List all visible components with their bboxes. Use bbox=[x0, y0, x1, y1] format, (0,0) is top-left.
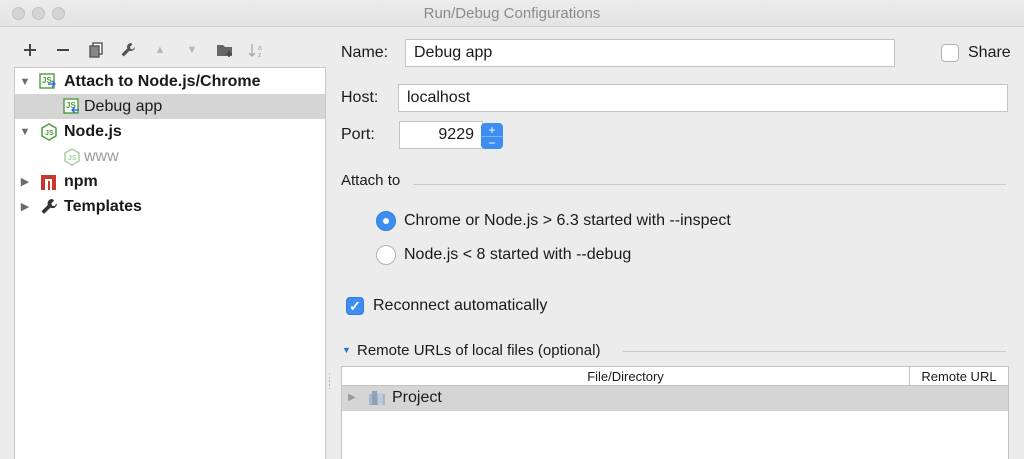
radio-inspect[interactable] bbox=[376, 211, 396, 231]
section-divider bbox=[413, 184, 1006, 185]
tree-item-npm[interactable]: ▶ npm bbox=[15, 169, 325, 194]
reconnect-label: Reconnect automatically bbox=[373, 297, 548, 314]
port-label: Port: bbox=[341, 126, 375, 143]
splitter-handle[interactable]: ⋮ ⋮ ⋮ bbox=[325, 373, 334, 397]
folder-icon bbox=[368, 389, 386, 411]
tree-item-debug-app[interactable]: JS Debug app bbox=[15, 94, 325, 119]
name-label: Name: bbox=[341, 44, 389, 61]
attach-to-section-label: Attach to bbox=[341, 172, 401, 189]
port-field[interactable]: 9229 bbox=[399, 121, 483, 149]
tree-item-templates[interactable]: ▶ Templates bbox=[15, 194, 325, 219]
tree-item-label: Attach to Node.js/Chrome bbox=[64, 72, 261, 90]
attach-config-icon: JS bbox=[63, 97, 81, 116]
configuration-tree[interactable]: ▼ JS Attach to Node.js/Chrome JS Debug a… bbox=[14, 67, 326, 459]
table-row[interactable]: ▶ Project bbox=[342, 386, 1008, 411]
share-checkbox[interactable] bbox=[941, 44, 959, 62]
radio-debug[interactable] bbox=[376, 245, 396, 265]
tree-item-www[interactable]: JS www bbox=[15, 144, 325, 169]
increment-icon[interactable]: + bbox=[481, 124, 503, 136]
tree-item-label: Templates bbox=[64, 197, 142, 215]
tree-item-label: www bbox=[84, 147, 119, 165]
reconnect-checkbox[interactable]: ✓ bbox=[346, 297, 364, 315]
npm-icon bbox=[40, 173, 58, 191]
sort-icon: az bbox=[245, 38, 269, 62]
remove-icon[interactable] bbox=[51, 38, 75, 62]
tree-item-label: npm bbox=[64, 172, 98, 190]
remote-urls-table[interactable]: File/Directory Remote URL ▶ Project bbox=[341, 366, 1009, 459]
column-header-file[interactable]: File/Directory bbox=[342, 367, 910, 386]
port-stepper[interactable]: + − bbox=[481, 123, 503, 149]
table-cell-file: Project bbox=[392, 389, 442, 406]
name-field[interactable]: Debug app bbox=[405, 39, 895, 67]
svg-text:JS: JS bbox=[45, 130, 54, 137]
svg-text:z: z bbox=[258, 52, 262, 58]
nodejs-icon: JS bbox=[40, 122, 58, 141]
expand-arrow-icon[interactable]: ▼ bbox=[19, 126, 31, 138]
tree-item-label: Debug app bbox=[84, 97, 163, 115]
wrench-icon bbox=[40, 198, 58, 216]
column-header-remote-url[interactable]: Remote URL bbox=[910, 367, 1008, 386]
wrench-icon[interactable] bbox=[116, 38, 140, 62]
new-folder-icon[interactable] bbox=[213, 38, 237, 62]
add-icon[interactable] bbox=[18, 38, 42, 62]
window-title: Run/Debug Configurations bbox=[423, 5, 601, 22]
tree-item-label: Node.js bbox=[64, 122, 122, 140]
collapse-triangle-icon[interactable]: ▼ bbox=[342, 345, 351, 355]
copy-icon[interactable] bbox=[84, 38, 108, 62]
svg-text:a: a bbox=[258, 45, 262, 52]
svg-text:JS: JS bbox=[66, 101, 76, 110]
decrement-icon[interactable]: − bbox=[481, 136, 503, 149]
collapse-arrow-icon[interactable]: ▶ bbox=[19, 200, 31, 213]
title-bar: Run/Debug Configurations bbox=[0, 0, 1024, 27]
attach-nodejs-icon: JS bbox=[39, 72, 57, 91]
radio-debug-label: Node.js < 8 started with --debug bbox=[404, 246, 632, 263]
host-field[interactable]: localhost bbox=[398, 84, 1008, 112]
host-label: Host: bbox=[341, 89, 379, 106]
remote-urls-label[interactable]: Remote URLs of local files (optional) bbox=[357, 342, 600, 359]
expand-arrow-icon[interactable]: ▶ bbox=[348, 392, 356, 403]
svg-text:JS: JS bbox=[68, 155, 77, 162]
nodejs-config-icon: JS bbox=[63, 147, 81, 166]
tree-item-attach-nodejs[interactable]: ▼ JS Attach to Node.js/Chrome bbox=[15, 69, 325, 94]
move-down-icon: ▼ bbox=[186, 44, 198, 56]
share-label: Share bbox=[968, 44, 1011, 61]
collapse-arrow-icon[interactable]: ▶ bbox=[19, 175, 31, 188]
section-divider bbox=[623, 351, 1006, 352]
config-toolbar: ▲ ▼ az bbox=[14, 38, 314, 62]
move-up-icon: ▲ bbox=[154, 44, 166, 56]
expand-arrow-icon[interactable]: ▼ bbox=[19, 76, 31, 88]
radio-inspect-label: Chrome or Node.js > 6.3 started with --i… bbox=[404, 212, 731, 229]
tree-item-nodejs[interactable]: ▼ JS Node.js bbox=[15, 119, 325, 144]
